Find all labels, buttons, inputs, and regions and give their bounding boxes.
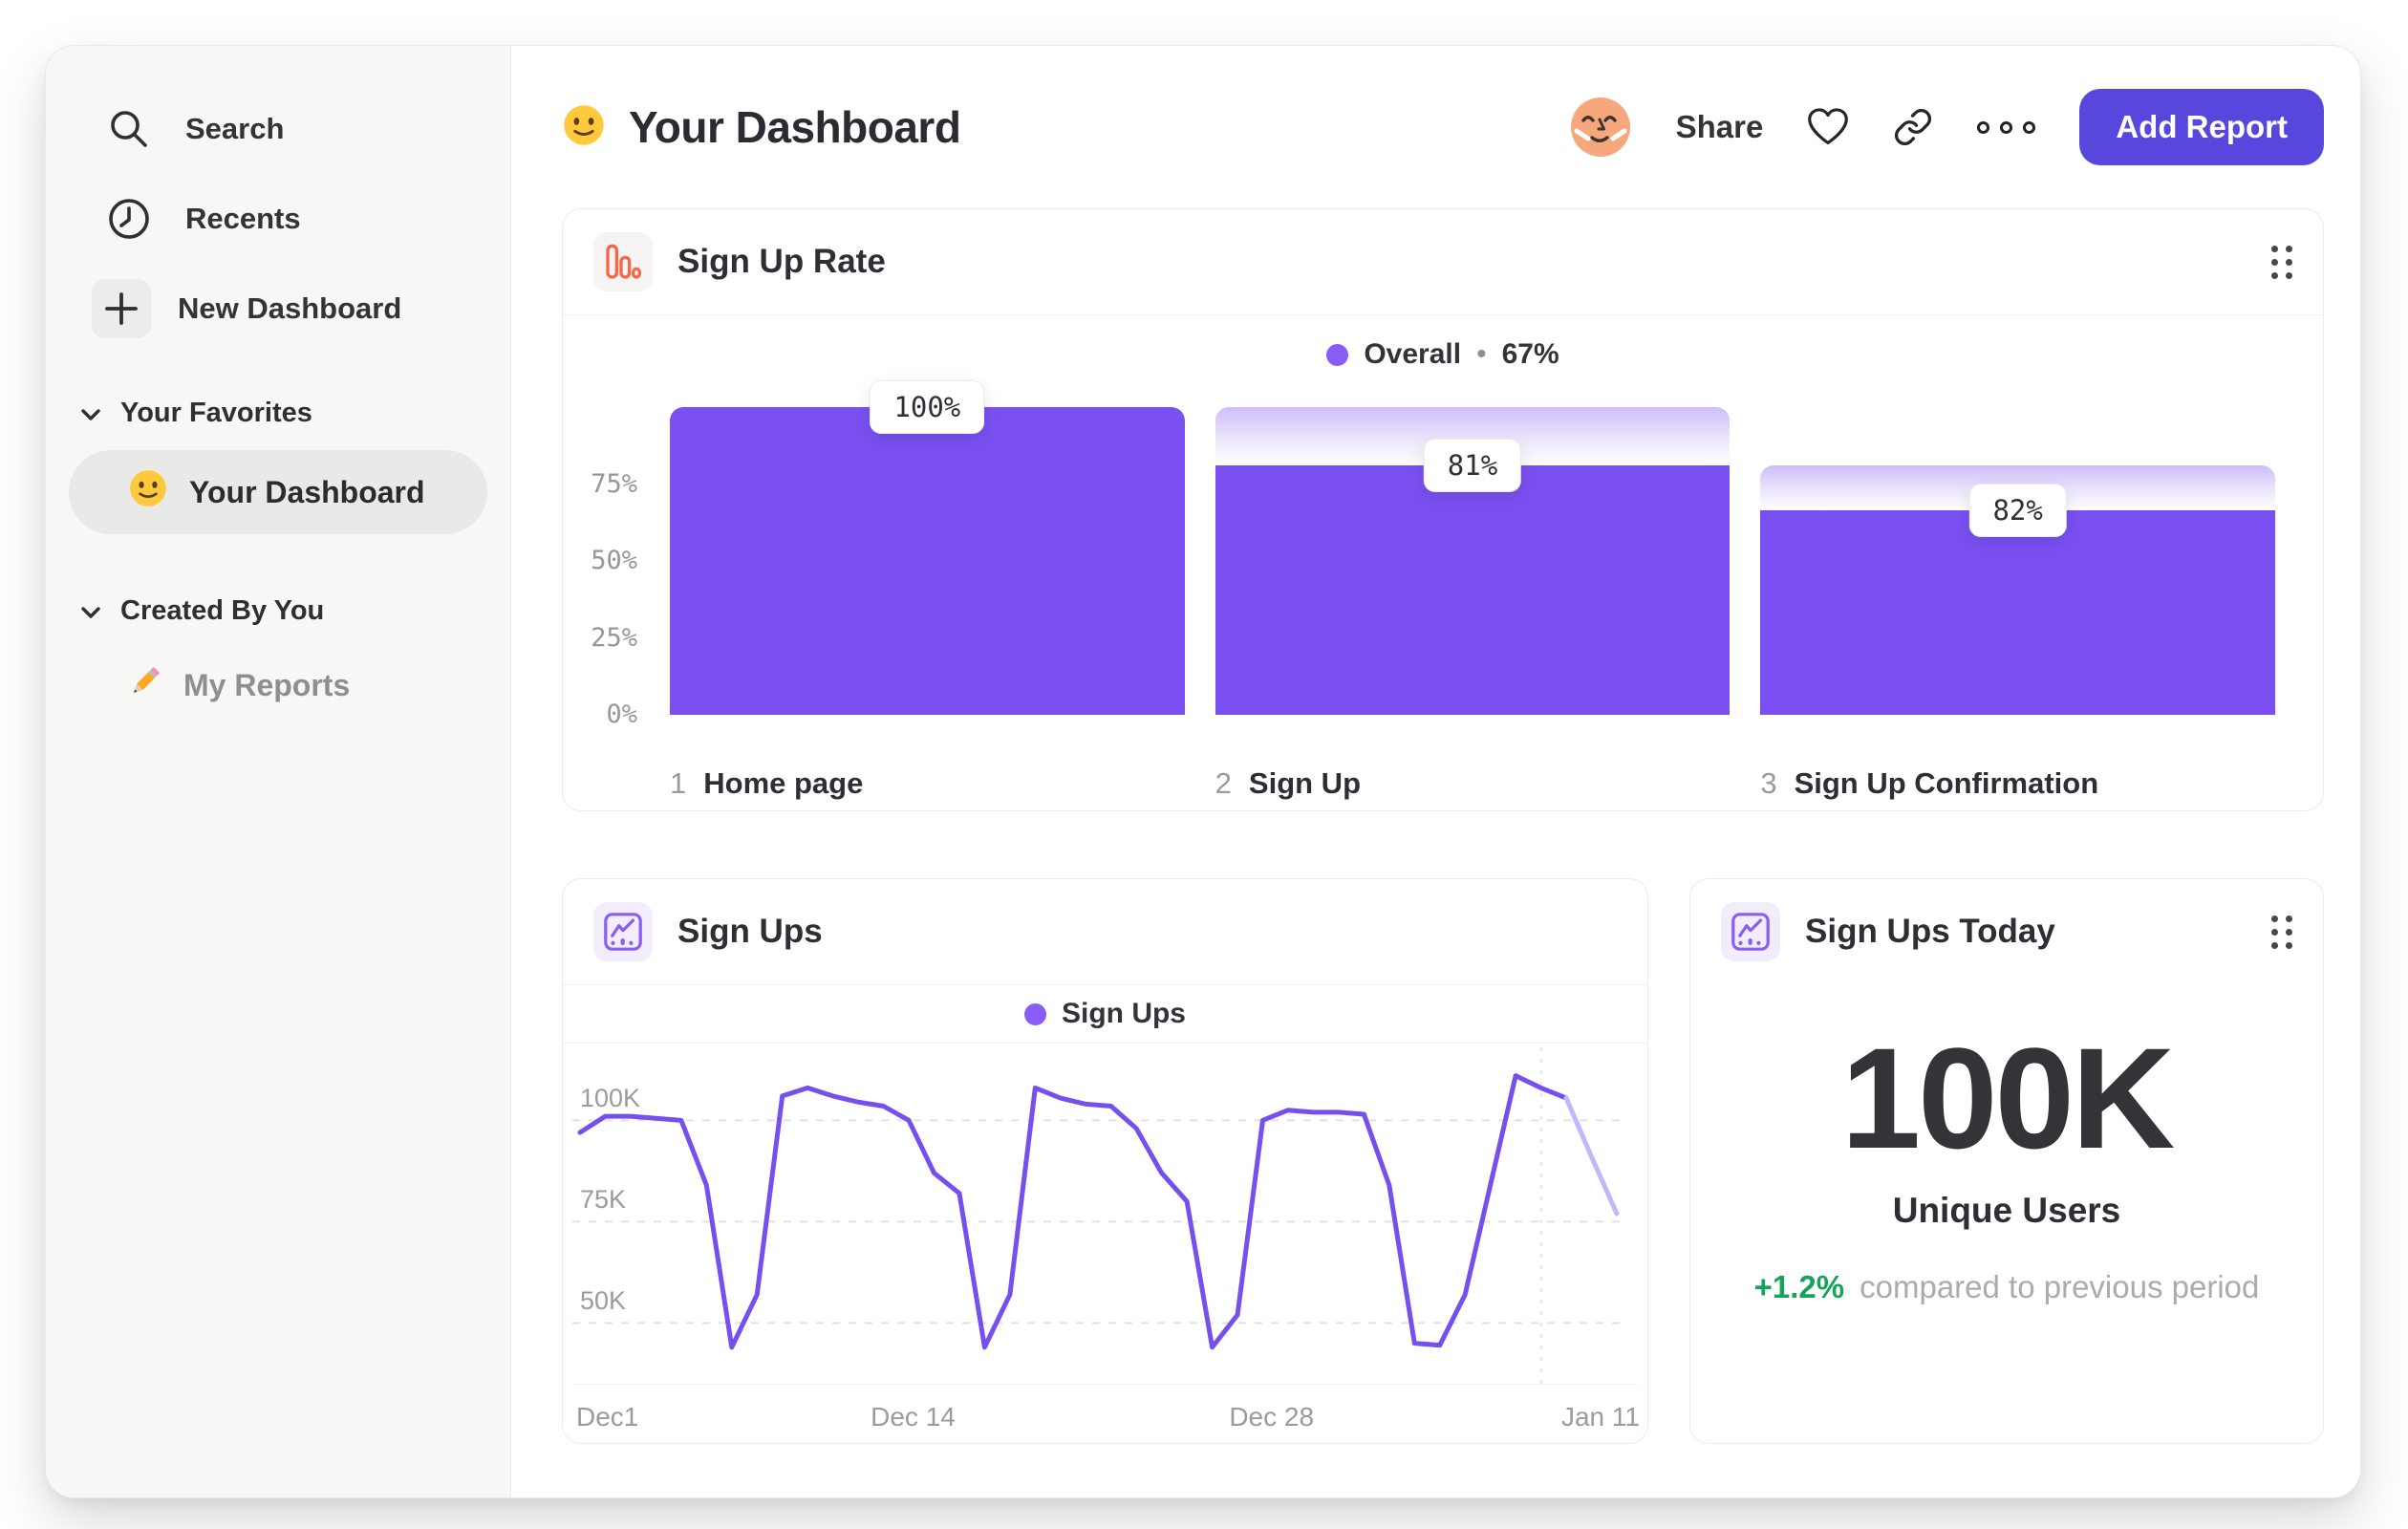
plus-icon: [92, 279, 151, 338]
sign-up-rate-card: Sign Up Rate Overall • 67% 75% 50% 25% 0% 1…: [562, 208, 2324, 811]
sidebar-item-search[interactable]: Search: [67, 90, 489, 168]
funnel-y-axis: 75% 50% 25% 0%: [563, 407, 651, 730]
section-title: Created By You: [120, 595, 325, 626]
metric-body: 100K Unique Users +1.2% compared to prev…: [1690, 984, 2323, 1443]
heart-icon[interactable]: [1807, 108, 1849, 146]
avatar[interactable]: [1569, 96, 1632, 159]
sidebar-item-label: Recents: [185, 202, 301, 235]
share-button[interactable]: Share: [1676, 109, 1764, 145]
line-y-tick: 75K: [580, 1185, 627, 1215]
funnel-chart: 75% 50% 25% 0% 100% 81% 82% 1 Home page 2 Sign U…: [563, 380, 2323, 810]
funnel-y-tick: 50%: [591, 546, 637, 575]
card-header: Sign Ups: [563, 879, 1647, 984]
sign-ups-today-card: Sign Ups Today 100K Unique Users +1.2% c…: [1689, 878, 2324, 1444]
line-chart-icon: [593, 902, 653, 961]
page-title: Your Dashboard: [629, 102, 961, 152]
drag-handle-icon[interactable]: [2271, 245, 2292, 279]
card-title: Sign Up Rate: [677, 243, 886, 280]
funnel-y-tick: 75%: [591, 468, 637, 499]
page: Search Recents New Dashboard Your Favori…: [0, 0, 2408, 1529]
line-chart-plot[interactable]: 100K 75K 50K: [572, 1047, 1624, 1384]
sidebar: Search Recents New Dashboard Your Favori…: [46, 46, 511, 1497]
metric-delta: +1.2%: [1753, 1269, 1845, 1304]
legend-dot-icon: [1326, 343, 1349, 366]
bottom-cards-row: Sign Ups Sign Ups 100K 75K 50K Dec1 Dec 14 D…: [562, 878, 2324, 1444]
line-legend: Sign Ups: [563, 984, 1647, 1044]
line-x-tick: Dec 14: [871, 1402, 956, 1432]
funnel-value-label: 100%: [870, 380, 985, 434]
sidebar-item-label: New Dashboard: [178, 291, 402, 325]
add-report-button[interactable]: Add Report: [2079, 89, 2324, 165]
more-options-icon[interactable]: [1977, 120, 2036, 134]
sidebar-item-new-dashboard[interactable]: New Dashboard: [67, 269, 489, 348]
metric-label: Unique Users: [1892, 1191, 2121, 1230]
smiley-emoji-icon: [562, 103, 606, 152]
sidebar-section-your-favorites[interactable]: Your Favorites: [67, 398, 489, 429]
metric-value: 100K: [1840, 1018, 2176, 1178]
card-header: Sign Up Rate: [563, 209, 2323, 314]
funnel-bar[interactable]: 82%: [1760, 407, 2275, 715]
sidebar-item-label: My Reports: [183, 667, 351, 702]
funnel-y-tick: 0%: [606, 700, 637, 729]
sidebar-item-label: Search: [185, 112, 285, 145]
app-window: Search Recents New Dashboard Your Favori…: [46, 46, 2360, 1497]
line-chart-icon: [1721, 902, 1780, 961]
legend-series-value: 67%: [1501, 338, 1559, 370]
funnel-bar[interactable]: 100%: [670, 380, 1185, 715]
sign-ups-card: Sign Ups Sign Ups 100K 75K 50K Dec1 Dec 14 D…: [562, 878, 1648, 1444]
legend-separator: •: [1476, 338, 1487, 370]
funnel-bar[interactable]: 81%: [1215, 407, 1731, 715]
clock-icon: [99, 189, 159, 248]
funnel-step-label: 1 Home page: [670, 766, 864, 800]
line-x-tick: Dec1: [576, 1402, 639, 1432]
dashboard-header: Your Dashboard Share Add Report: [562, 46, 2324, 208]
funnel-y-tick: 25%: [591, 622, 637, 653]
funnel-plot: 100% 81% 82%: [670, 380, 2275, 715]
funnel-x-axis: 1 Home page 2 Sign Up 3 Sign Up Confirmation: [670, 766, 2275, 801]
drag-handle-icon[interactable]: [2271, 915, 2292, 949]
card-title: Sign Ups: [677, 913, 823, 950]
pencil-emoji-icon: [126, 662, 164, 708]
sidebar-item-my-reports[interactable]: My Reports: [67, 648, 489, 722]
link-icon[interactable]: [1893, 107, 1933, 147]
line-y-tick: 100K: [580, 1084, 641, 1113]
funnel-chart-icon: [593, 232, 653, 291]
funnel-legend: Overall • 67%: [563, 314, 2323, 378]
chevron-down-icon: [80, 595, 101, 627]
legend-series-name: Overall: [1364, 338, 1462, 370]
line-y-tick: 50K: [580, 1286, 627, 1316]
line-x-axis: Dec1 Dec 14 Dec 28 Jan 11: [572, 1384, 1640, 1443]
chevron-down-icon: [80, 398, 101, 429]
sidebar-item-your-dashboard[interactable]: Your Dashboard: [69, 450, 487, 534]
sidebar-item-label: Your Dashboard: [189, 474, 425, 509]
funnel-step-label: 2 Sign Up: [1215, 766, 1362, 800]
funnel-value-label: 81%: [1423, 439, 1522, 493]
smiley-emoji-icon: [128, 468, 168, 516]
search-icon: [99, 99, 159, 159]
line-x-tick: Dec 28: [1229, 1402, 1315, 1432]
funnel-value-label: 82%: [1968, 484, 2067, 538]
metric-delta-caption: compared to previous period: [1860, 1269, 2260, 1304]
main-content: Your Dashboard Share Add Report Sign Up …: [511, 46, 2360, 1497]
legend-series-name: Sign Ups: [1061, 998, 1186, 1029]
card-title: Sign Ups Today: [1805, 913, 2055, 950]
funnel-step-label: 3 Sign Up Confirmation: [1760, 766, 2099, 800]
section-title: Your Favorites: [120, 398, 312, 428]
sidebar-item-recents[interactable]: Recents: [67, 180, 489, 258]
line-x-tick: Jan 11: [1560, 1402, 1640, 1432]
legend-dot-icon: [1023, 1002, 1046, 1025]
card-header: Sign Ups Today: [1690, 879, 2323, 984]
sidebar-section-created-by-you[interactable]: Created By You: [67, 595, 489, 627]
